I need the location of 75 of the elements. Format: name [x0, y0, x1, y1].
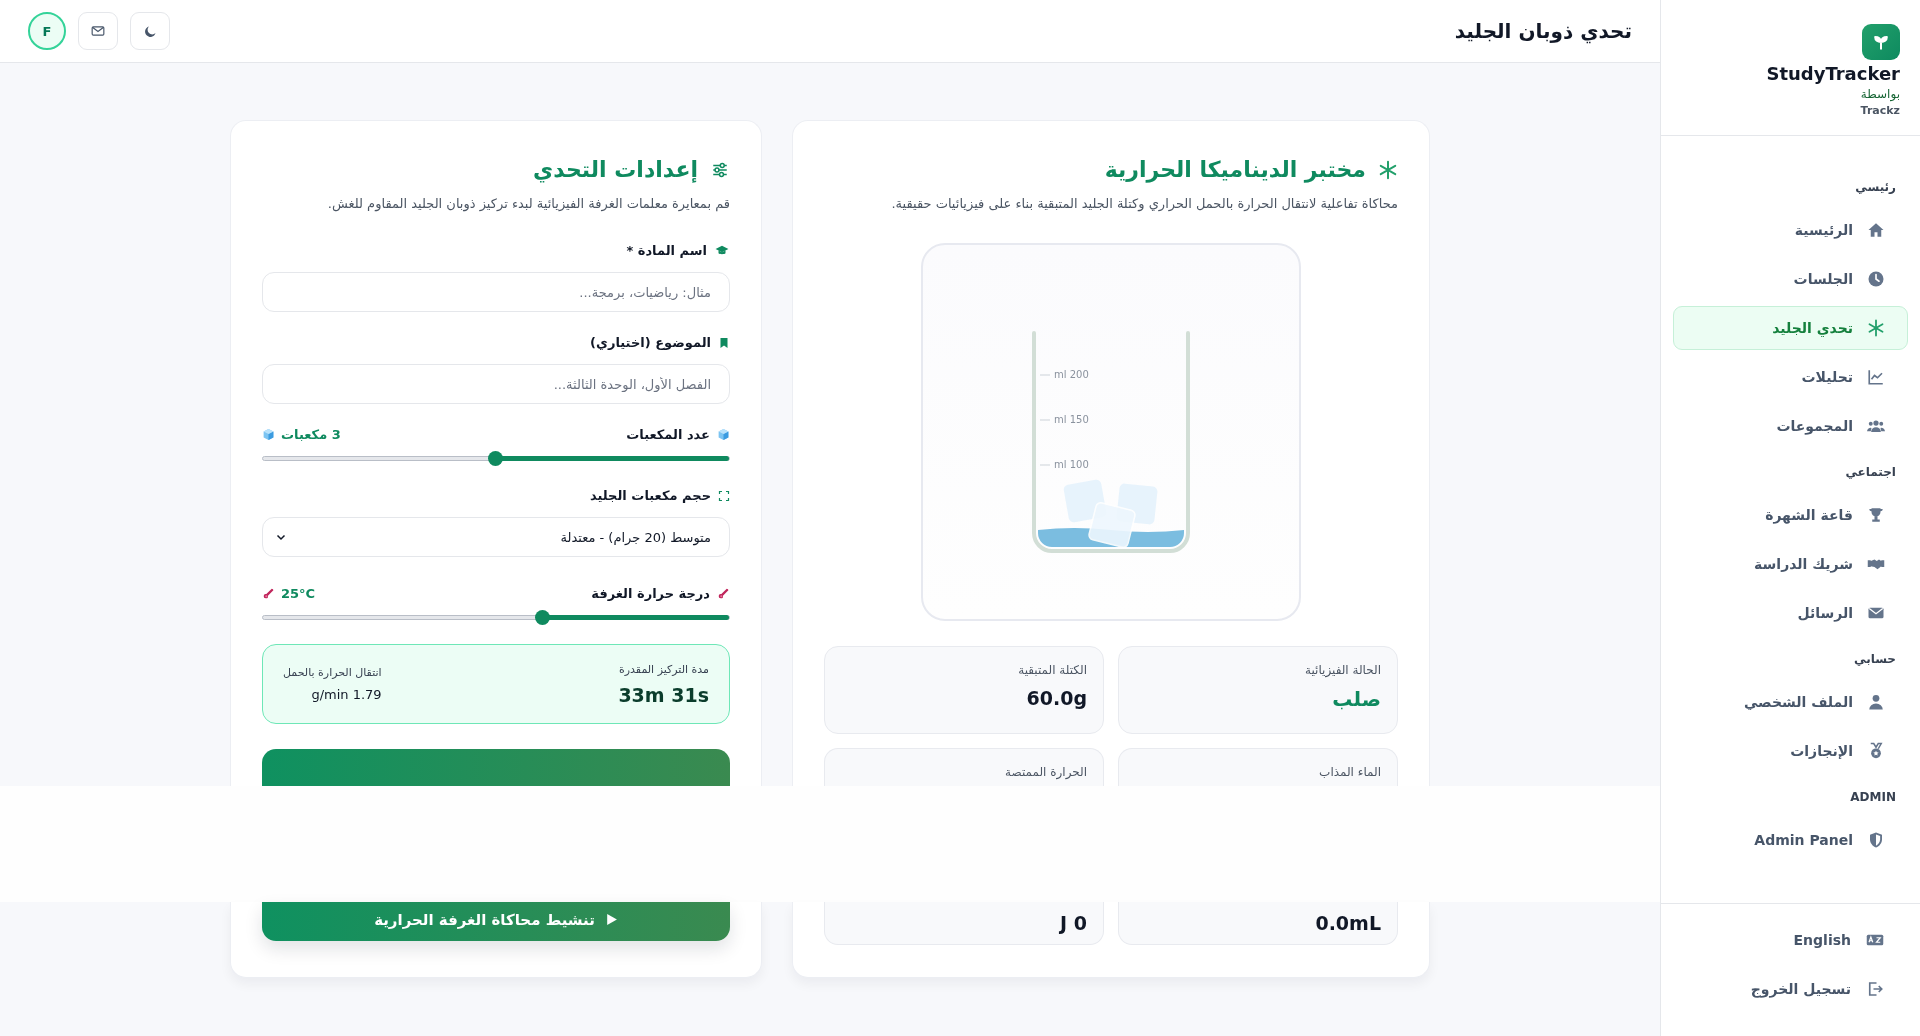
cube-icon [717, 428, 730, 441]
thermometer-icon [262, 587, 275, 600]
nav-item[interactable]: قاعة الشهرة [1673, 493, 1908, 537]
slider-reading: 3 مكعبات [281, 427, 341, 442]
stat-label: الحرارة الممتصة [1004, 765, 1087, 779]
logout-link[interactable]: تسجيل الخروج [1673, 967, 1908, 1011]
clock-icon [1867, 270, 1885, 288]
section-heading: ADMIN [1849, 789, 1897, 806]
nav-item[interactable]: الإنجازات [1673, 729, 1908, 773]
stat-label: الكتلة المتبقية [1017, 663, 1087, 677]
home-icon [1867, 221, 1885, 239]
trophy-icon [1867, 506, 1885, 524]
section-heading: رئيسي [1854, 179, 1897, 196]
brand-name: Trackz [1860, 104, 1900, 117]
section-heading: اجتماعي [1844, 464, 1897, 481]
nav-item[interactable]: Admin Panel [1673, 818, 1908, 862]
snowflake-icon [1867, 319, 1885, 337]
thermometer-icon [717, 587, 730, 600]
summary-value: g/min 1.79 [310, 687, 382, 702]
nav-item[interactable]: تحليلات [1673, 355, 1908, 399]
nav-item[interactable]: المجموعات [1673, 404, 1908, 448]
summary-label: انتقال الحرارة بالحمل [283, 666, 382, 679]
scale-label: ml 200 [1054, 369, 1089, 380]
users-icon [1867, 417, 1885, 435]
scale-label: ml 100 [1054, 459, 1089, 470]
user-icon [1867, 693, 1885, 711]
scale-label: ml 150 [1054, 414, 1089, 425]
nav-item[interactable]: تحدي الجليد [1673, 306, 1908, 350]
stat-value: J 0 [1058, 912, 1087, 934]
byline: بواسطة [1860, 87, 1900, 101]
slider-reading: 25°C [281, 586, 316, 601]
nav-item[interactable]: الجلسات [1673, 257, 1908, 301]
input-field[interactable]: مثال: رياضيات، برمجة... [262, 272, 730, 312]
section-heading: حسابي [1853, 651, 1897, 668]
page-title: تحدي ذوبان الجليد [1454, 19, 1632, 43]
stat-label: الماء المذاب [1318, 765, 1381, 779]
card-title: مختبر الديناميكا الحرارية [1104, 157, 1366, 182]
bookmark-icon [718, 335, 730, 350]
field-label: اسم المادة * [626, 243, 707, 258]
nav-item[interactable]: الرسائل [1673, 591, 1908, 635]
input-field[interactable]: الفصل الأول، الوحدة الثالثة... [262, 364, 730, 404]
nav-item[interactable]: الملف الشخصي [1673, 680, 1908, 724]
card-description: محاكاة تفاعلية لانتقال الحرارة بالحمل الحراري وكتلة الجليد المتبقية بناء على فيزيائيات حقيقية. [890, 196, 1398, 211]
field-label: درجة حرارة الغرفة [591, 586, 710, 601]
field-label: عدد المكعبات [626, 427, 710, 442]
play-icon [604, 912, 618, 927]
messages-button[interactable] [78, 12, 118, 50]
field-label: الموضوع (اختياري) [590, 335, 711, 350]
shield-icon [1867, 831, 1885, 849]
start-button[interactable]: تنشيط محاكاة الغرفة الحرارية [262, 902, 730, 941]
theme-button[interactable] [130, 12, 170, 50]
card-description: قم بمعايرة معلمات الغرفة الفيزيائية لبدء تركيز ذوبان الجليد المقاوم للغش. [326, 196, 730, 211]
avatar[interactable]: F [28, 12, 66, 50]
card-title: إعدادات التحدي [533, 157, 698, 182]
sliders-icon [710, 160, 730, 179]
language-link[interactable]: English [1673, 918, 1908, 962]
summary-value: 33m 31s [618, 683, 709, 706]
nav-item[interactable]: الرئيسية [1673, 208, 1908, 252]
slider-thumb[interactable] [488, 451, 503, 466]
start-button[interactable] [262, 749, 730, 786]
select-field[interactable]: متوسط (20 جرام) - معتدلة [262, 517, 730, 557]
stat-value: 60.0g [1025, 687, 1087, 709]
cube-icon [262, 428, 275, 441]
app-name: StudyTracker [1766, 63, 1900, 84]
stat-value: 0.0mL [1314, 912, 1381, 934]
expand-icon [718, 489, 730, 502]
summary-label: مدة التركيز المقدرة [618, 662, 709, 676]
envelope-icon [90, 24, 106, 38]
slider-thumb[interactable] [534, 610, 550, 625]
stat-label: الحالة الفيزيائية [1304, 663, 1381, 677]
line-chart-icon [1867, 368, 1885, 386]
stat-value: صلب [1331, 687, 1381, 711]
snowflake-icon [1378, 159, 1398, 180]
field-label: حجم مكعبات الجليد [590, 488, 711, 503]
nav-item[interactable]: شريك الدراسة [1673, 542, 1908, 586]
